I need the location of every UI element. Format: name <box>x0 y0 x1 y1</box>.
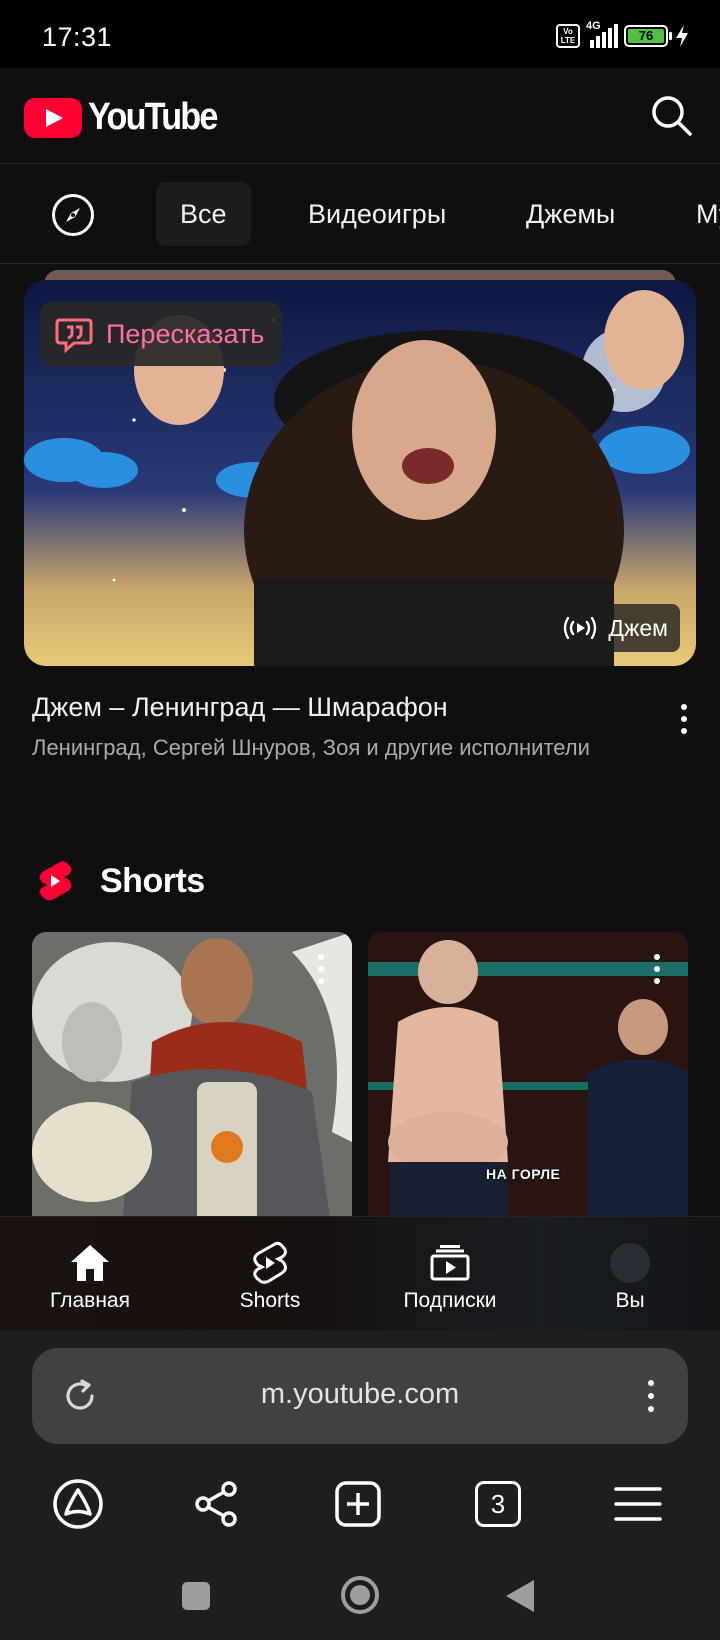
app-name: YouTube <box>88 96 218 138</box>
back-icon[interactable] <box>506 1580 534 1612</box>
nav-subscriptions[interactable]: Подписки <box>370 1241 530 1313</box>
app-header: YouTube <box>0 68 720 164</box>
new-tab-icon[interactable] <box>330 1476 386 1532</box>
home-icon <box>71 1245 109 1281</box>
browser-actions: 3 <box>0 1476 720 1532</box>
tabs-counter-button[interactable]: 3 <box>470 1476 526 1532</box>
url-text: m.youtube.com <box>260 1378 460 1410</box>
nav-home[interactable]: Главная <box>10 1241 170 1313</box>
retell-label: Пересказать <box>106 318 265 349</box>
tab-count: 3 <box>475 1481 521 1527</box>
shorts-logo-icon <box>39 861 72 901</box>
network-type: 4G <box>586 20 601 32</box>
short-thumbnail-warrior <box>32 932 352 1232</box>
alice-assistant-icon[interactable] <box>50 1476 106 1532</box>
address-more-icon[interactable] <box>648 1380 654 1412</box>
short-card-1[interactable] <box>32 932 352 1232</box>
shorts-title: Shorts <box>100 861 205 900</box>
quote-bubble-icon <box>55 318 93 354</box>
short-thumbnail-stage <box>368 932 688 1232</box>
short-caption: НА ГОРЛЕ <box>486 1166 561 1182</box>
nav-you-label: Вы <box>615 1289 645 1312</box>
bottom-navigation: Главная Shorts Подписки Вы <box>0 1216 720 1330</box>
status-time: 17:31 <box>42 22 113 52</box>
category-chips: Все Видеоигры Джемы Музыка <box>0 164 720 264</box>
chip-music[interactable]: Музыка <box>672 182 720 246</box>
nav-you[interactable]: Вы <box>550 1241 710 1313</box>
jam-badge: Джем <box>548 604 680 652</box>
video-more-menu-icon[interactable] <box>672 704 696 744</box>
play-logo-icon <box>24 97 82 138</box>
browser-menu-icon[interactable] <box>610 1476 666 1532</box>
chip-jams[interactable]: Джемы <box>502 182 639 246</box>
status-icons: Vo LTE 4G 76 <box>556 20 690 48</box>
live-broadcast-icon <box>564 616 597 640</box>
youtube-logo[interactable]: YouTube <box>24 96 231 139</box>
chip-all[interactable]: Все <box>156 182 251 246</box>
search-icon[interactable] <box>650 94 694 138</box>
home-system-icon[interactable] <box>341 1576 379 1614</box>
recents-icon[interactable] <box>182 1582 210 1610</box>
video-meta: Ленинград, Сергей Шнуров, Зоя и другие и… <box>32 735 590 760</box>
charging-icon <box>676 25 688 47</box>
battery-level: 76 <box>628 29 664 43</box>
subscriptions-icon <box>430 1245 470 1281</box>
nav-home-label: Главная <box>50 1289 130 1312</box>
compass-icon[interactable] <box>52 194 94 236</box>
share-icon[interactable] <box>188 1476 244 1532</box>
volte-icon: Vo LTE <box>556 24 580 48</box>
address-bar[interactable]: m.youtube.com <box>32 1348 688 1444</box>
jam-badge-label: Джем <box>608 614 668 641</box>
system-navigation <box>0 1550 720 1640</box>
short-more-menu-icon[interactable] <box>318 954 324 984</box>
chip-videogames[interactable]: Видеоигры <box>284 182 470 246</box>
video-thumbnail[interactable]: Пересказать Джем <box>24 280 696 666</box>
short-more-menu-icon[interactable] <box>654 954 660 984</box>
avatar-icon <box>610 1243 650 1283</box>
video-title[interactable]: Джем – Ленинград — Шмарафон <box>32 692 632 723</box>
signal-icon: 4G <box>586 20 618 48</box>
short-card-2[interactable]: НА ГОРЛЕ <box>368 932 688 1232</box>
status-bar: 17:31 Vo LTE 4G 76 <box>0 0 720 68</box>
shorts-icon <box>253 1241 287 1284</box>
nav-shorts[interactable]: Shorts <box>190 1241 350 1313</box>
retell-button[interactable]: Пересказать <box>40 302 283 366</box>
shorts-heading: Shorts <box>38 860 205 902</box>
nav-shorts-label: Shorts <box>239 1289 301 1312</box>
battery-icon: 76 <box>624 25 672 47</box>
browser-toolbar: m.youtube.com 3 <box>0 1330 720 1550</box>
nav-subscriptions-label: Подписки <box>403 1289 497 1312</box>
